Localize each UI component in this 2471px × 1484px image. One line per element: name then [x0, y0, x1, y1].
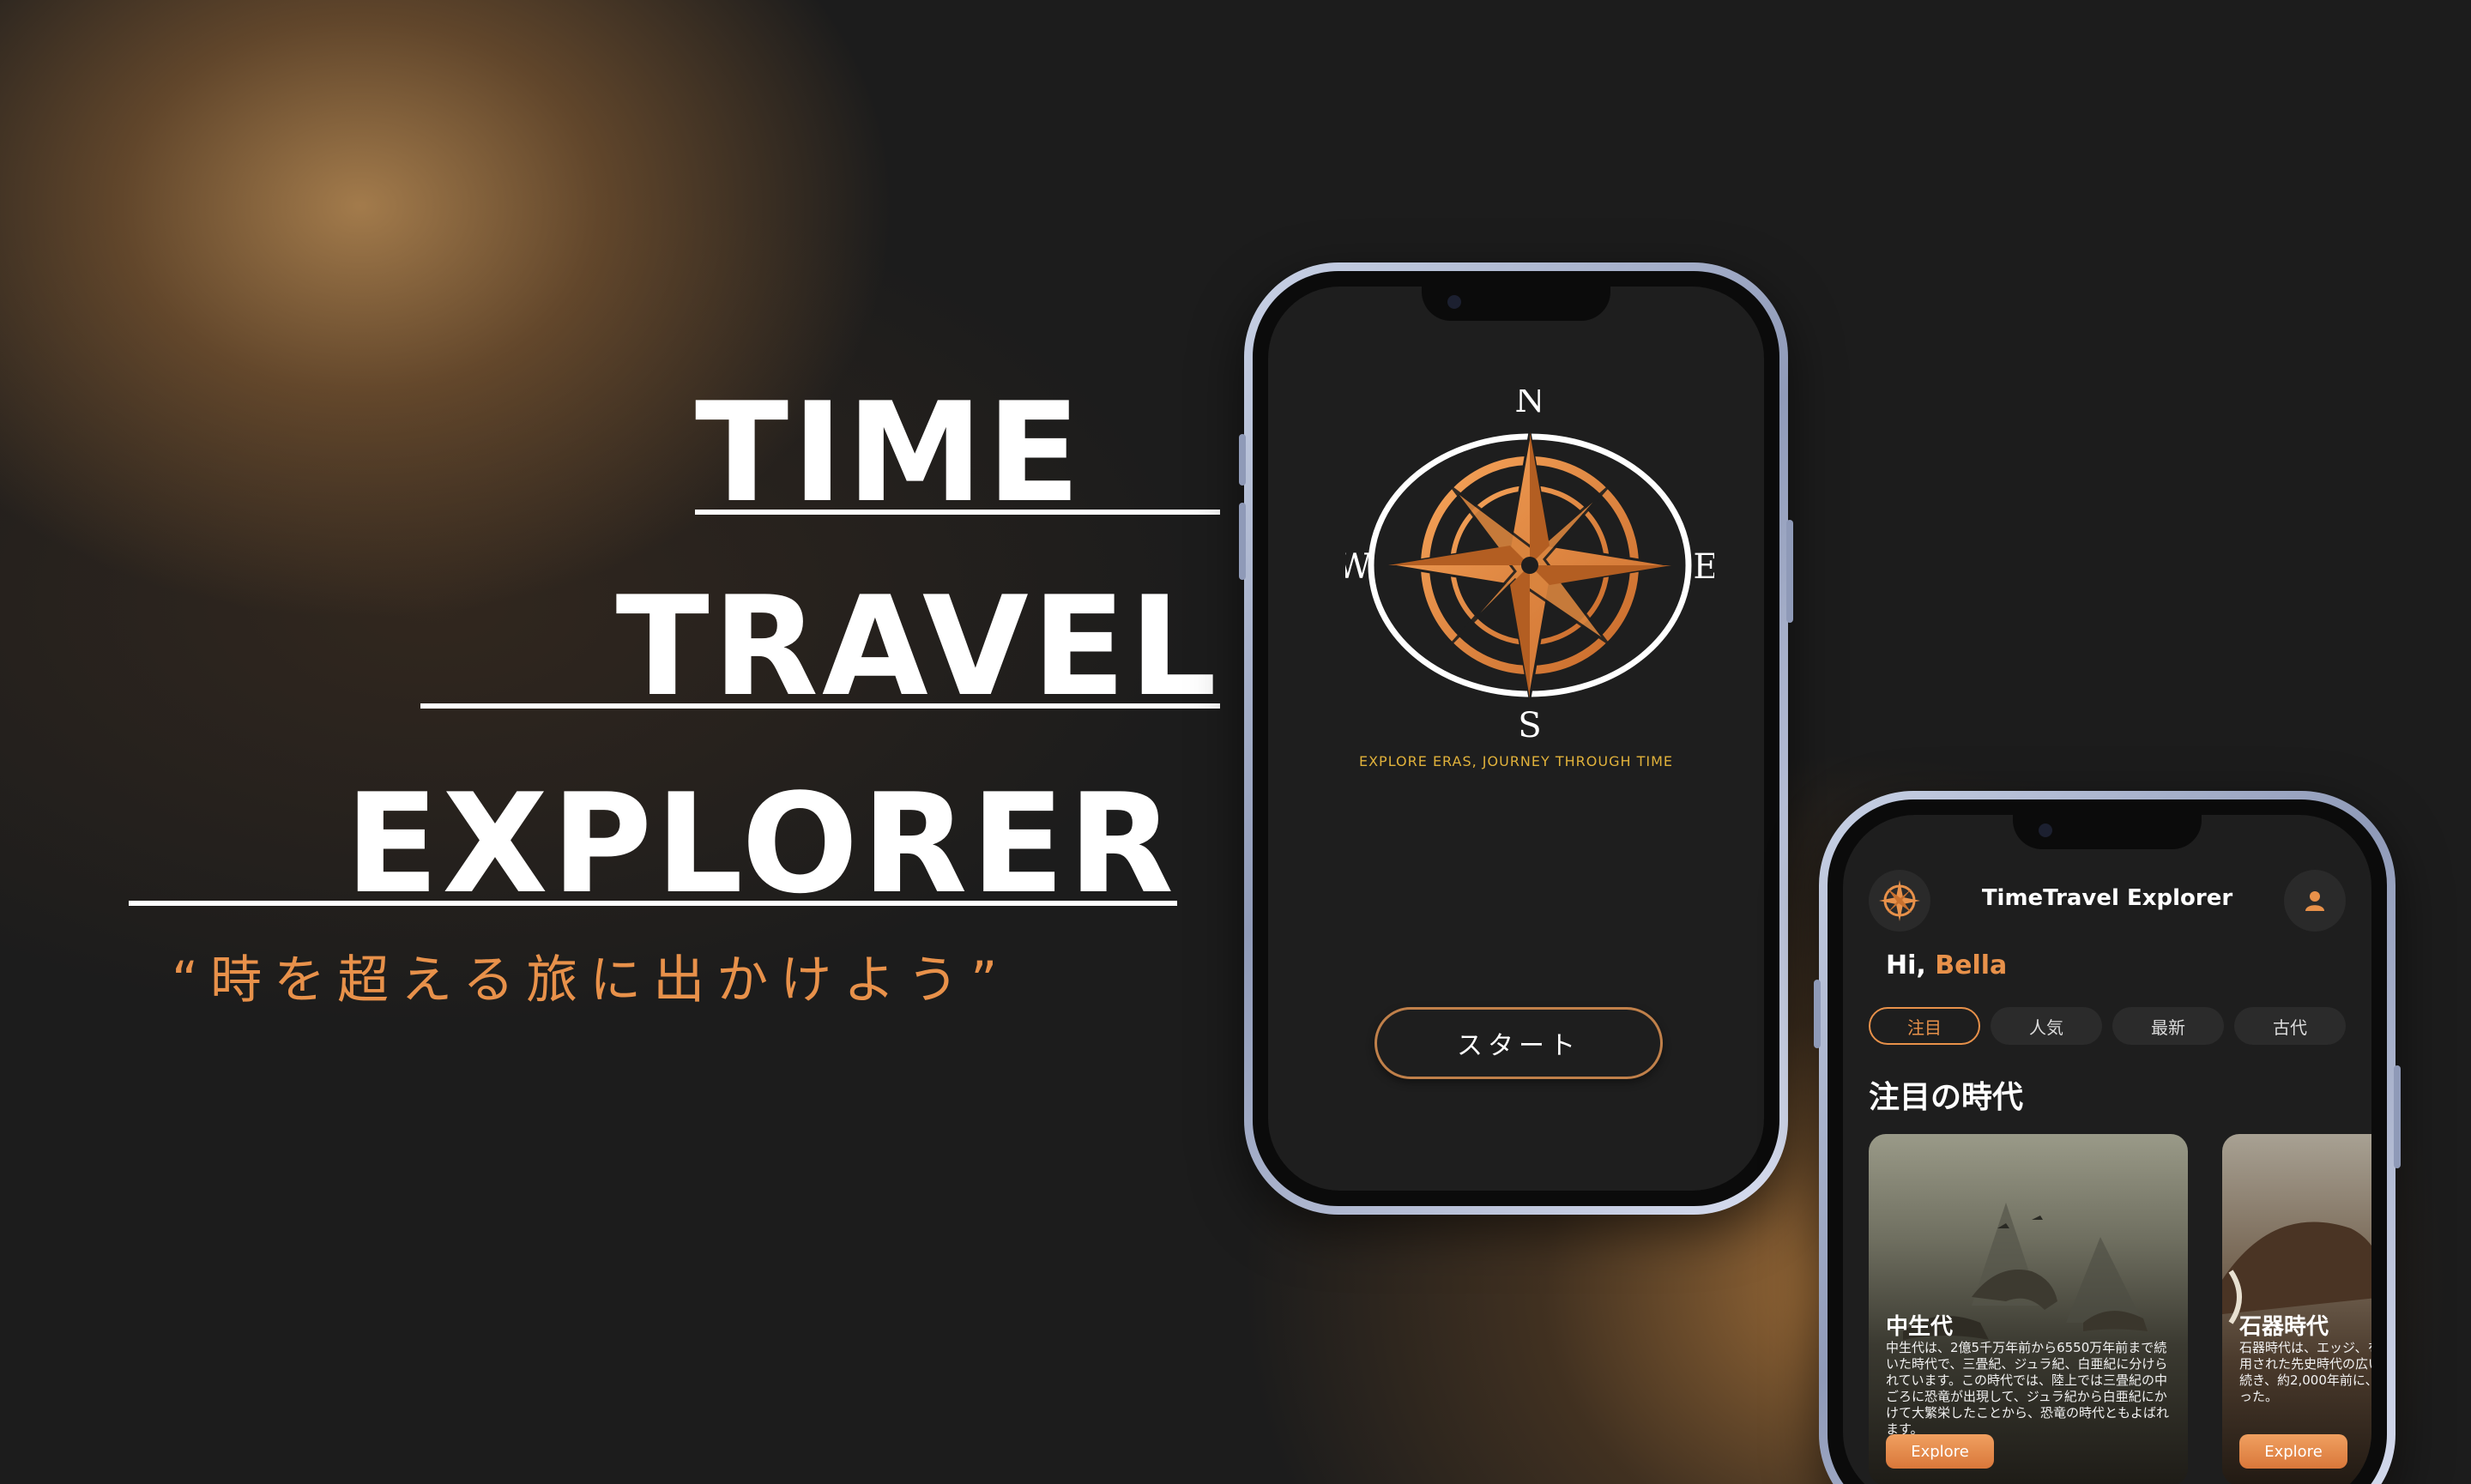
category-tabs: 注目 人気 最新 古代 — [1869, 1007, 2346, 1045]
compass-n: N — [1515, 389, 1545, 420]
title-line-explorer: EXPLORER — [129, 775, 1177, 913]
tab-popular[interactable]: 人気 — [1991, 1007, 2102, 1045]
explore-button[interactable]: Explore — [1886, 1434, 1994, 1469]
tab-ancient[interactable]: 古代 — [2234, 1007, 2346, 1045]
title-line-travel: TRAVEL — [420, 578, 1220, 715]
user-name: Bella — [1935, 950, 2008, 980]
splash-phone-mockup: N S W E EXPLORE ERAS, JOURNEY THROUGH TI… — [1239, 262, 1793, 1215]
phone-notch — [1422, 287, 1610, 321]
start-button[interactable]: スタート — [1374, 1007, 1663, 1079]
compass-s: S — [1518, 706, 1541, 741]
home-phone-mockup: TimeTravel Explorer Hi, Bella 注目 人気 最新 古… — [1814, 791, 2401, 1484]
card-description: 中生代は、2億5千万年前から6550万年前まで続いた時代で、三畳紀、ジュラ紀、白… — [1886, 1340, 2170, 1437]
volume-button — [1239, 503, 1246, 580]
user-icon — [2305, 891, 2324, 911]
title-line-time: TIME — [695, 384, 1220, 522]
compass-e: E — [1693, 547, 1714, 587]
app-header: TimeTravel Explorer — [1843, 866, 2371, 935]
section-title: 注目の時代 — [1869, 1080, 2024, 1115]
explore-button[interactable]: Explore — [2239, 1434, 2347, 1469]
volume-button — [1814, 980, 1821, 1048]
hero-subtitle: “時を超える旅に出かけよう” — [172, 950, 1010, 1010]
splash-screen: N S W E EXPLORE ERAS, JOURNEY THROUGH TI… — [1268, 287, 1764, 1191]
card-title: 石器時代 — [2239, 1314, 2329, 1340]
profile-button[interactable] — [2284, 870, 2346, 932]
compass-w: W — [1345, 547, 1372, 587]
phone-notch — [2013, 815, 2202, 849]
tab-featured[interactable]: 注目 — [1869, 1007, 1980, 1045]
power-button — [1786, 520, 1793, 623]
card-title: 中生代 — [1886, 1314, 1954, 1340]
tab-latest[interactable]: 最新 — [2112, 1007, 2224, 1045]
home-screen: TimeTravel Explorer Hi, Bella 注目 人気 最新 古… — [1843, 815, 2371, 1484]
greeting-prefix: Hi, — [1886, 950, 1936, 980]
splash-tagline: EXPLORE ERAS, JOURNEY THROUGH TIME — [1358, 753, 1674, 769]
era-cards: 中生代 中生代は、2億5千万年前から6550万年前まで続いた時代で、三畳紀、ジュ… — [1869, 1134, 2371, 1484]
volume-button — [1239, 434, 1246, 486]
era-card[interactable]: 石器時代 石器時代は、エッジ、を持つ石器を作るために使用された先史時代の広い時代… — [2222, 1134, 2371, 1484]
compass-logo-icon: N S W E — [1345, 389, 1714, 741]
era-card[interactable]: 中生代 中生代は、2億5千万年前から6550万年前まで続いた時代で、三畳紀、ジュ… — [1869, 1134, 2188, 1484]
greeting: Hi, Bella — [1886, 950, 2007, 980]
card-description: 石器時代は、エッジ、を持つ石器を作るために使用された先史時代の広い時代で、およそ… — [2239, 1340, 2371, 1404]
power-button — [2394, 1065, 2401, 1168]
